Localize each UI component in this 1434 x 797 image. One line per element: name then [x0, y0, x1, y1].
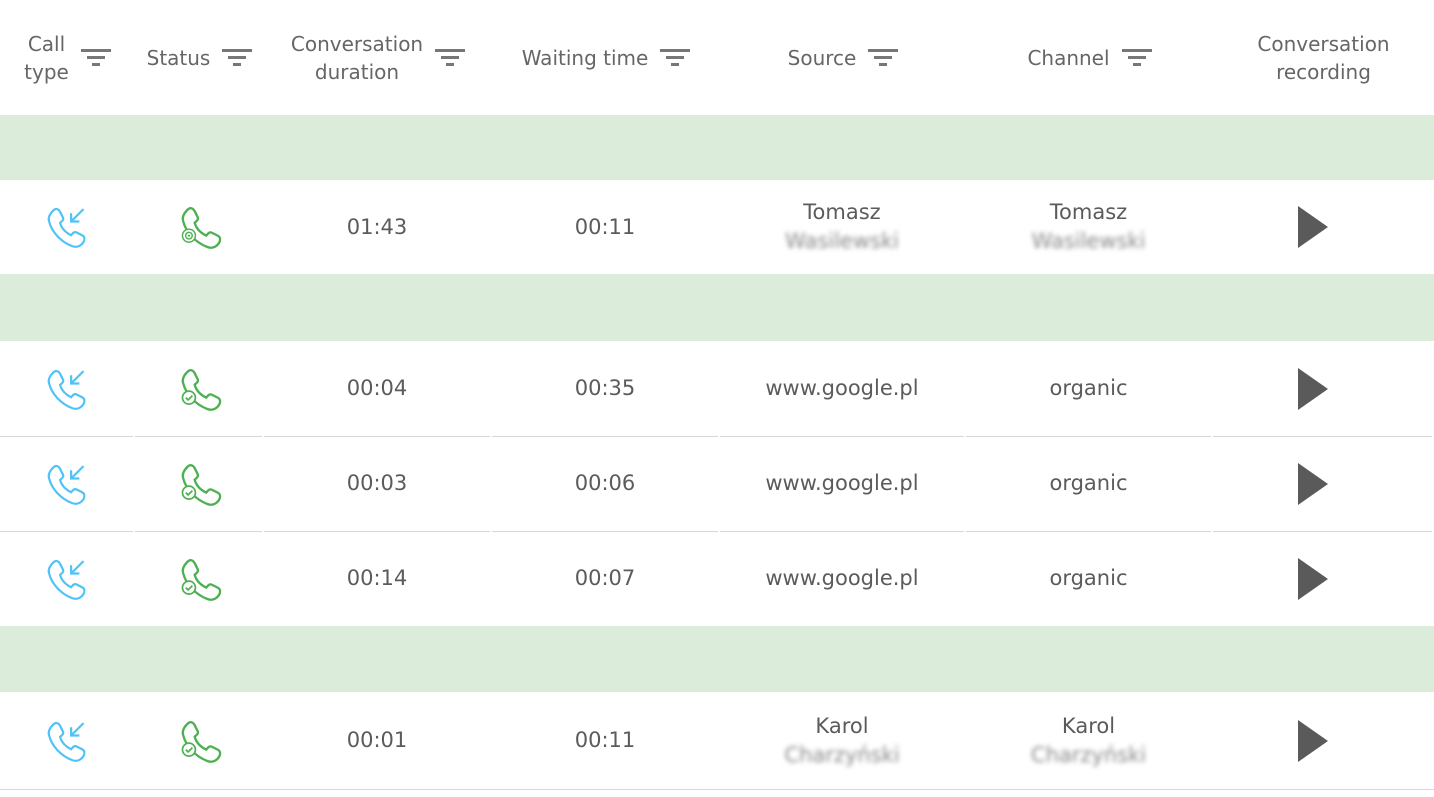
column-header-label: Call type	[24, 31, 69, 84]
waiting-value: 00:07	[574, 566, 636, 590]
column-header[interactable]: Waiting time	[492, 0, 720, 115]
column-header-label: Conversation recording	[1257, 31, 1390, 84]
duration-value: 00:01	[346, 728, 408, 752]
channel-name: Karol	[1061, 713, 1116, 738]
column-header-label: Waiting time	[521, 45, 649, 70]
table-row[interactable]: 01:43 00:11 Tomasz Wasilewski Tomasz Wasil…	[0, 180, 1434, 275]
source-name: Tomasz	[803, 200, 881, 224]
duration-value: 00:03	[346, 471, 408, 495]
source-blurred: Charzyński	[784, 742, 900, 767]
incoming-call-icon	[0, 531, 135, 626]
table-header: Call type Status Conversation duration Wait…	[0, 0, 1434, 115]
incoming-call-icon	[0, 692, 135, 789]
play-icon[interactable]	[1297, 719, 1328, 762]
source-blurred: Wasilewski	[785, 229, 899, 253]
incoming-call-icon	[0, 436, 135, 531]
incoming-call-icon	[0, 180, 135, 274]
duration-value: 01:43	[346, 214, 408, 239]
duration-value: 00:04	[346, 376, 408, 400]
column-header[interactable]: Conversation duration	[264, 0, 492, 115]
column-header[interactable]: Source	[720, 0, 966, 115]
column-header-label: Conversation duration	[290, 31, 424, 84]
source-name: Karol	[815, 713, 869, 738]
column-header[interactable]: Call type	[0, 0, 135, 115]
channel-value: organic	[1049, 376, 1128, 400]
play-icon[interactable]	[1297, 206, 1328, 248]
filter-icon[interactable]	[660, 48, 691, 68]
waiting-value: 00:11	[574, 728, 636, 752]
source-value: www.google.pl	[765, 376, 919, 400]
channel-blurred: Charzyński	[1030, 742, 1147, 767]
call-target-icon	[135, 180, 264, 274]
source-value: www.google.pl	[765, 566, 919, 590]
call-answered-icon	[135, 531, 264, 626]
play-icon[interactable]	[1297, 462, 1328, 505]
table-row[interactable]: 00:01 00:11 Karol Charzyński Karol Charzyń…	[0, 692, 1434, 790]
filter-icon[interactable]	[435, 48, 466, 68]
table-row[interactable]: 00:03 00:06 www.google.pl organic	[0, 436, 1434, 532]
filter-icon[interactable]	[868, 48, 899, 68]
waiting-value: 00:06	[574, 471, 636, 495]
filter-icon[interactable]	[1121, 48, 1152, 68]
channel-name: Tomasz	[1049, 200, 1128, 224]
column-header-label: Channel	[1027, 45, 1110, 70]
source-value: www.google.pl	[765, 471, 919, 495]
channel-value: organic	[1049, 566, 1128, 590]
call-answered-icon	[135, 341, 264, 436]
channel-blurred: Wasilewski	[1031, 229, 1146, 253]
channel-value: organic	[1049, 471, 1128, 495]
group-row[interactable]	[0, 115, 1434, 180]
filter-icon[interactable]	[80, 48, 111, 68]
column-header-label: Source	[787, 45, 857, 70]
group-row[interactable]	[0, 274, 1434, 341]
group-row[interactable]	[0, 626, 1434, 692]
waiting-value: 00:35	[574, 376, 636, 400]
column-header-label: Status	[146, 45, 211, 70]
calls-table: Call type Status Conversation duration Wait…	[0, 0, 1434, 797]
incoming-call-icon	[0, 341, 135, 436]
play-icon[interactable]	[1297, 557, 1328, 600]
waiting-value: 00:11	[574, 214, 636, 239]
filter-icon[interactable]	[222, 48, 253, 68]
call-answered-icon	[135, 692, 264, 789]
column-header[interactable]: Channel	[966, 0, 1213, 115]
column-header[interactable]: Conversation recording	[1213, 0, 1434, 115]
play-icon[interactable]	[1297, 367, 1328, 410]
column-header[interactable]: Status	[135, 0, 264, 115]
call-answered-icon	[135, 436, 264, 531]
duration-value: 00:14	[346, 566, 408, 590]
table-row[interactable]: 00:04 00:35 www.google.pl organic	[0, 341, 1434, 437]
table-row[interactable]: 00:14 00:07 www.google.pl organic	[0, 531, 1434, 627]
